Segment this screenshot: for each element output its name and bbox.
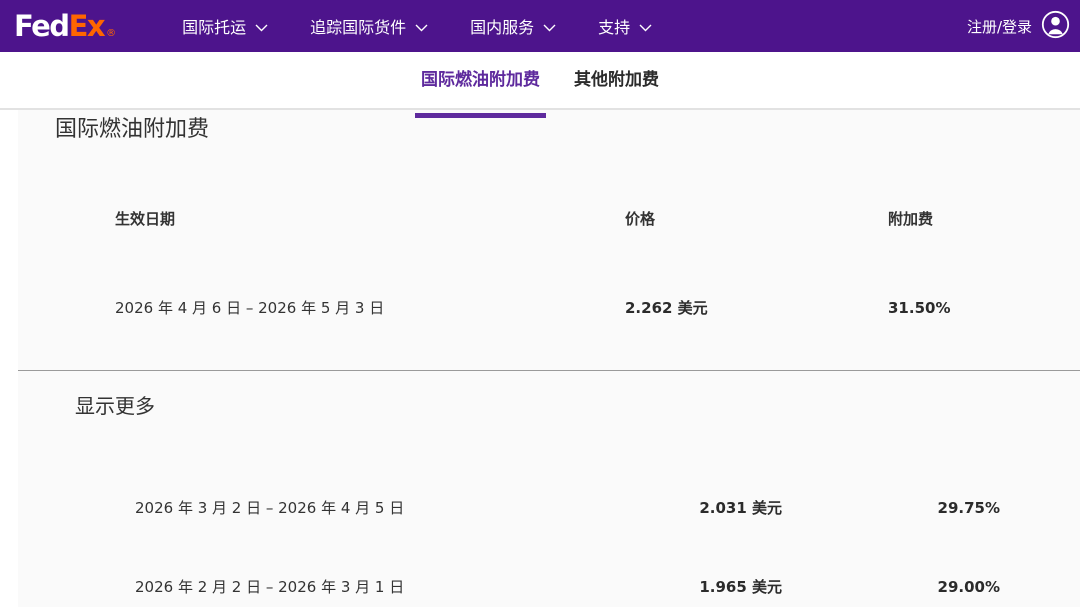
top-navigation-bar: FedEx® 国际托运 追踪国际货件 国内服务 支持 注册/登录 bbox=[0, 0, 1080, 52]
column-header-price: 价格 bbox=[625, 208, 888, 229]
nav-right-group: 注册/登录 bbox=[967, 10, 1070, 43]
section-divider bbox=[18, 370, 1080, 371]
tab-international-fuel-surcharge[interactable]: 国际燃油附加费 bbox=[419, 51, 542, 104]
nav-item-label: 国内服务 bbox=[470, 14, 534, 38]
chevron-down-icon bbox=[639, 17, 652, 36]
nav-item-label: 追踪国际货件 bbox=[310, 14, 406, 38]
fedex-logo-ex: Ex bbox=[69, 9, 105, 43]
effective-date-value: 2026 年 2 月 2 日 – 2026 年 3 月 1 日 bbox=[18, 576, 588, 597]
price-value: 1.965 美元 bbox=[588, 576, 782, 597]
table-row: 2026 年 3 月 2 日 – 2026 年 4 月 5 日 2.031 美元… bbox=[18, 497, 1080, 518]
table-header-row: 生效日期 价格 附加费 bbox=[18, 208, 1080, 229]
surcharge-tabbar: 国际燃油附加费 其他附加费 bbox=[0, 52, 1080, 110]
nav-item-domestic-services[interactable]: 国内服务 bbox=[470, 14, 556, 38]
surcharge-value: 29.75% bbox=[782, 499, 1000, 517]
effective-date-value: 2026 年 4 月 6 日 – 2026 年 5 月 3 日 bbox=[18, 297, 625, 318]
column-header-surcharge: 附加费 bbox=[888, 208, 1080, 229]
register-login-link[interactable]: 注册/登录 bbox=[967, 16, 1032, 37]
nav-item-label: 支持 bbox=[598, 14, 630, 38]
fuel-surcharge-panel: 国际燃油附加费 生效日期 价格 附加费 2026 年 4 月 6 日 – 202… bbox=[18, 110, 1080, 607]
chevron-down-icon bbox=[255, 17, 268, 36]
fedex-logo-fed: Fed bbox=[14, 9, 69, 43]
surcharge-value: 31.50% bbox=[888, 299, 1080, 317]
price-value: 2.031 美元 bbox=[588, 497, 782, 518]
user-account-icon[interactable] bbox=[1041, 10, 1070, 43]
nav-item-international-shipping[interactable]: 国际托运 bbox=[182, 14, 268, 38]
chevron-down-icon bbox=[543, 17, 556, 36]
tab-other-surcharges[interactable]: 其他附加费 bbox=[572, 51, 661, 104]
table-row: 2026 年 4 月 6 日 – 2026 年 5 月 3 日 2.262 美元… bbox=[18, 297, 1080, 318]
show-more-toggle[interactable]: 显示更多 bbox=[75, 390, 155, 419]
page-title: 国际燃油附加费 bbox=[55, 116, 1080, 144]
surcharge-value: 29.00% bbox=[782, 578, 1000, 596]
nav-item-label: 国际托运 bbox=[182, 14, 246, 38]
main-menu: 国际托运 追踪国际货件 国内服务 支持 bbox=[182, 14, 652, 38]
nav-item-track-international[interactable]: 追踪国际货件 bbox=[310, 14, 428, 38]
price-value: 2.262 美元 bbox=[625, 297, 888, 318]
chevron-down-icon bbox=[415, 17, 428, 36]
nav-item-support[interactable]: 支持 bbox=[598, 14, 652, 38]
effective-date-value: 2026 年 3 月 2 日 – 2026 年 4 月 5 日 bbox=[18, 497, 588, 518]
registered-trademark-symbol: ® bbox=[106, 28, 116, 39]
table-row: 2026 年 2 月 2 日 – 2026 年 3 月 1 日 1.965 美元… bbox=[18, 576, 1080, 597]
fedex-logo[interactable]: FedEx® bbox=[14, 12, 116, 41]
column-header-effective-date: 生效日期 bbox=[18, 208, 625, 229]
